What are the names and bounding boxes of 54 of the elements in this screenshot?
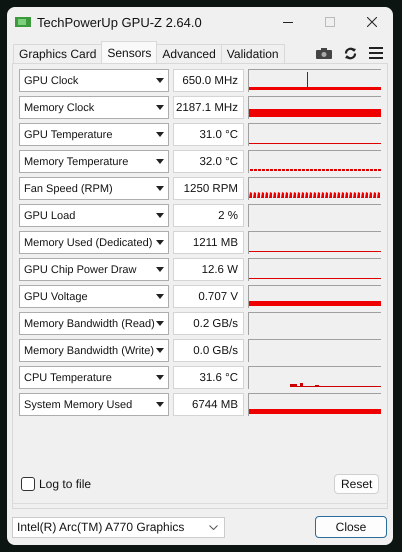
sensor-name-dropdown[interactable]: GPU Voltage — [19, 285, 169, 308]
sensor-value: 2 % — [173, 204, 244, 227]
caret-icon — [156, 159, 164, 164]
caret-icon — [156, 240, 164, 245]
checkbox-label: Log to file — [39, 477, 92, 491]
sensor-name-dropdown[interactable]: GPU Chip Power Draw — [19, 258, 169, 281]
sensor-name-dropdown[interactable]: GPU Load — [19, 204, 169, 227]
sensor-name-dropdown[interactable]: Memory Bandwidth (Write) — [19, 339, 169, 362]
sensor-value: 0.2 GB/s — [173, 312, 244, 335]
refresh-icon[interactable] — [344, 46, 357, 60]
sensor-value: 650.0 MHz — [173, 69, 244, 92]
sensor-name-dropdown[interactable]: Memory Used (Dedicated) — [19, 231, 169, 254]
menu-icon[interactable] — [369, 47, 383, 59]
caret-icon — [156, 186, 164, 191]
sensor-name-dropdown[interactable]: CPU Temperature — [19, 366, 169, 389]
reset-button[interactable]: Reset — [334, 474, 379, 494]
sensor-value: 32.0 °C — [173, 150, 244, 173]
sensor-name-dropdown[interactable]: Memory Temperature — [19, 150, 169, 173]
caret-icon — [156, 402, 164, 407]
tab[interactable]: Graphics Card — [13, 44, 102, 63]
caret-icon — [156, 105, 164, 110]
sensor-value: 1211 MB — [173, 231, 244, 254]
graphics-card-icon — [15, 16, 31, 28]
caret-icon — [156, 78, 164, 83]
tab[interactable]: Validation — [220, 44, 285, 63]
checkbox[interactable] — [21, 477, 35, 491]
caret-icon — [156, 375, 164, 380]
sensor-name-dropdown[interactable]: Memory Clock — [19, 96, 169, 119]
sensor-value: 12.6 W — [173, 258, 244, 281]
sensor-value: 0.707 V — [173, 285, 244, 308]
sensor-value: 31.0 °C — [173, 123, 244, 146]
sensor-value: 31.6 °C — [173, 366, 244, 389]
close-icon[interactable] — [367, 17, 377, 27]
caret-icon — [156, 321, 164, 326]
window-title: TechPowerUp GPU-Z 2.64.0 — [37, 14, 203, 30]
chevron-icon — [209, 524, 218, 530]
tab[interactable]: Sensors — [101, 41, 158, 63]
device-dropdown[interactable]: Intel(R) Arc(TM) A770 Graphics — [12, 516, 225, 538]
caret-icon — [156, 267, 164, 272]
sensor-name-dropdown[interactable]: Fan Speed (RPM) — [19, 177, 169, 200]
caret-icon — [156, 294, 164, 299]
sensor-name-dropdown[interactable]: GPU Clock — [19, 69, 169, 92]
caret-icon — [156, 132, 164, 137]
sensor-name-dropdown[interactable]: Memory Bandwidth (Read) — [19, 312, 169, 335]
sensor-name-dropdown[interactable]: GPU Temperature — [19, 123, 169, 146]
sensor-value: 1250 RPM — [173, 177, 244, 200]
caret-icon — [156, 213, 164, 218]
close-button[interactable]: Close — [315, 516, 387, 538]
caret-icon — [156, 348, 164, 353]
sensor-value: 6744 MB — [173, 393, 244, 416]
sensor-value: 0.0 GB/s — [173, 339, 244, 362]
camera-icon[interactable] — [316, 48, 332, 58]
sensor-name-dropdown[interactable]: System Memory Used — [19, 393, 169, 416]
sensor-value: 2187.1 MHz — [173, 96, 244, 119]
